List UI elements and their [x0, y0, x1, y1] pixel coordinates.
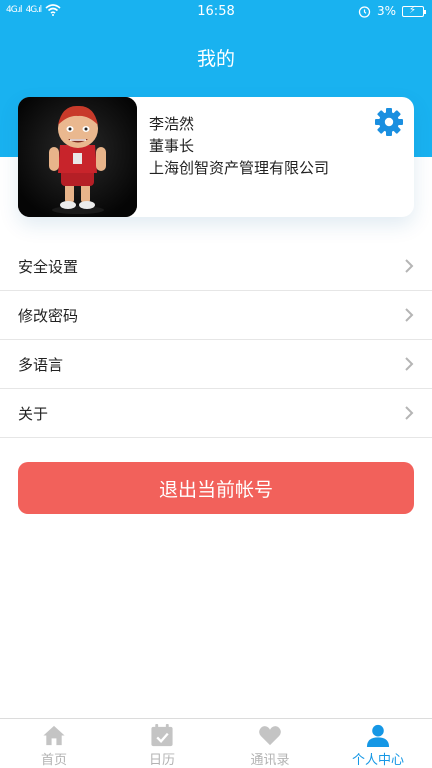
- chevron-right-icon: [405, 406, 414, 420]
- tab-label: 日历: [148, 753, 175, 768]
- tab-profile[interactable]: 个人中心: [324, 719, 432, 768]
- bottom-tab-bar: 首页 日历 通讯录 个人中心: [0, 718, 432, 768]
- tab-contacts[interactable]: 通讯录: [216, 719, 324, 768]
- status-bar: 4G.ıl 4G.ıl 16:58 3% ⚡: [0, 0, 432, 24]
- home-icon: [43, 725, 65, 746]
- profile-position: 董事长: [149, 137, 195, 155]
- settings-menu: 安全设置 修改密码 多语言 关于: [0, 242, 432, 438]
- chevron-right-icon: [405, 308, 414, 322]
- profile-name: 李浩然: [149, 115, 195, 133]
- menu-item-label: 修改密码: [18, 306, 79, 325]
- logout-button[interactable]: 退出当前帐号: [18, 462, 414, 514]
- tab-home[interactable]: 首页: [0, 719, 108, 768]
- chevron-right-icon: [405, 259, 414, 273]
- menu-item-security[interactable]: 安全设置: [0, 242, 432, 291]
- menu-item-label: 多语言: [18, 355, 64, 374]
- tab-label: 通讯录: [250, 753, 290, 768]
- menu-item-language[interactable]: 多语言: [0, 340, 432, 389]
- alarm-icon: [358, 5, 371, 18]
- battery-charging-icon: ⚡: [402, 5, 426, 17]
- profile-card: 李浩然 董事长 上海创智资产管理有限公司: [18, 97, 414, 217]
- person-icon: [366, 724, 390, 748]
- battery-percent: 3%: [376, 4, 396, 18]
- gear-icon[interactable]: [374, 107, 404, 137]
- page-title: 我的: [196, 48, 235, 70]
- tab-label: 个人中心: [351, 753, 404, 768]
- heart-icon: [259, 726, 281, 746]
- profile-company: 上海创智资产管理有限公司: [149, 159, 330, 177]
- avatar[interactable]: [18, 97, 137, 217]
- menu-item-change-password[interactable]: 修改密码: [0, 291, 432, 340]
- menu-item-label: 安全设置: [18, 257, 79, 276]
- menu-item-about[interactable]: 关于: [0, 389, 432, 438]
- menu-item-label: 关于: [18, 404, 49, 423]
- tab-label: 首页: [40, 753, 67, 768]
- tab-calendar[interactable]: 日历: [108, 719, 216, 768]
- avatar-figure: [18, 97, 137, 217]
- chevron-right-icon: [405, 357, 414, 371]
- calendar-icon: [151, 723, 173, 747]
